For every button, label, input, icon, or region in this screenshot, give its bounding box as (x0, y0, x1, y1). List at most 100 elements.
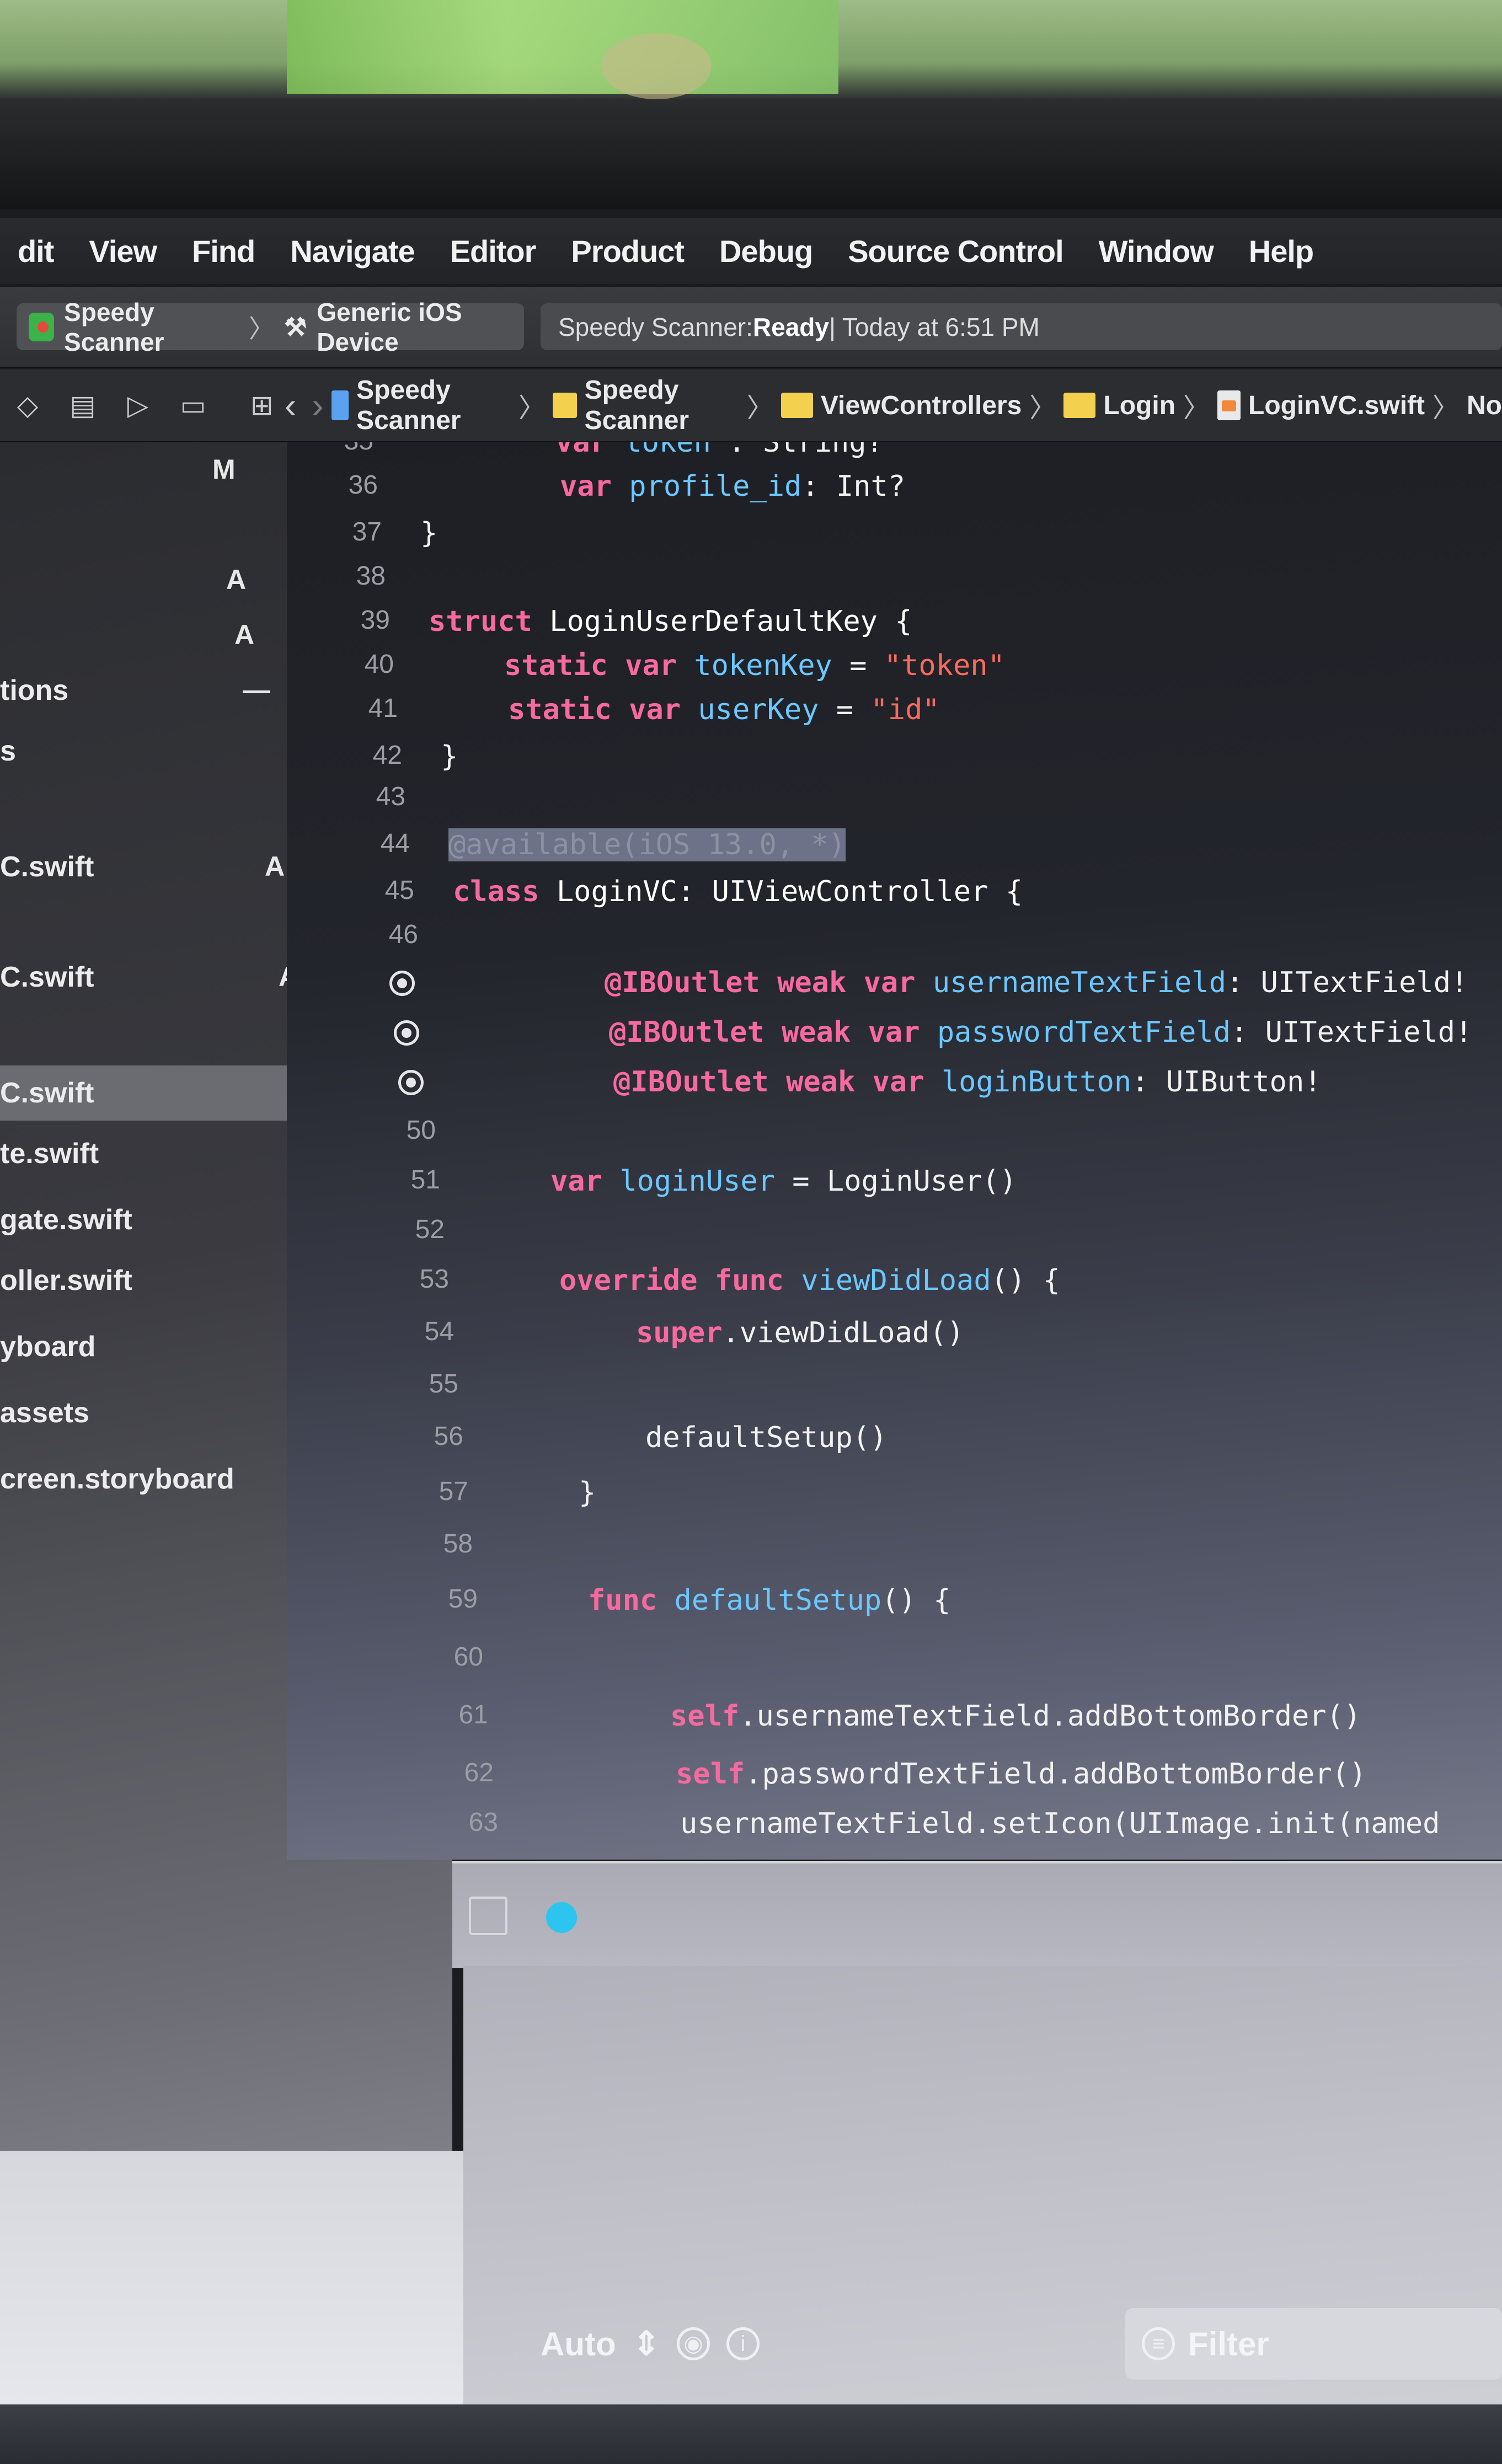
code-line: var profile_id: Int? (560, 470, 905, 514)
menu-bar: dit View Find Navigate Editor Product Debug Sou… (0, 218, 1502, 284)
menu-item[interactable]: Editor (432, 233, 554, 269)
keyword-token: class (453, 875, 557, 908)
scm-status-badge: A (226, 564, 247, 595)
code-line: } (441, 740, 458, 784)
outlet-connection-icon[interactable] (394, 1020, 419, 1046)
jump-bar: ◇ ▤ ▷ ▭ ⊞ ‹ › Speedy Scanner 〉 Speedy Sc… (0, 369, 1502, 442)
code-token: profile_id (629, 470, 802, 503)
folder-icon (781, 393, 813, 418)
menu-item[interactable]: Product (553, 233, 702, 269)
related-items-icon[interactable]: ⊞ (247, 389, 277, 422)
line-number: 52 (415, 1215, 445, 1244)
string-token: "id" (870, 693, 940, 726)
app-icon (29, 312, 55, 341)
menu-item[interactable]: Debug (702, 233, 830, 269)
keyword-token: self (670, 1700, 740, 1733)
code-token: LoginVC: UIViewController { (556, 875, 1023, 908)
eye-icon[interactable]: ◉ (676, 2327, 710, 2360)
menu-item[interactable]: View (71, 233, 174, 269)
chevron-right-icon: 〉 (746, 394, 773, 423)
destination-name: Generic iOS Device (317, 297, 462, 356)
scm-status-badge: A (234, 619, 255, 650)
status-state: Ready (752, 312, 829, 341)
breadcrumb-label: ViewControllers (820, 390, 1022, 420)
hide-debug-area-button[interactable] (469, 1897, 507, 1935)
line-number: 63 (468, 1808, 498, 1837)
navigator-tabs: ◇ ▤ ▷ ▭ (0, 389, 247, 422)
file-name: C.swift (0, 1077, 94, 1109)
back-button[interactable]: ‹ (277, 385, 304, 426)
breadcrumb-file[interactable]: LoginVC.swift (1217, 390, 1425, 421)
breadcrumb-selection[interactable]: No (1467, 390, 1502, 421)
keyword-token: var (550, 1165, 620, 1198)
menu-item[interactable]: dit (0, 233, 71, 269)
file-name: assets (0, 1397, 89, 1429)
file-name: C.swift (0, 961, 94, 993)
line-number: 56 (434, 1422, 463, 1451)
status-time: | Today at 6:51 PM (828, 312, 1040, 341)
code-line: } (420, 517, 437, 561)
line-number: 62 (464, 1758, 494, 1787)
keyword-token: super (636, 1316, 723, 1349)
report-navigator-icon[interactable]: ▤ (66, 389, 99, 422)
code-line: override func viewDidLoad() { (559, 1264, 1060, 1308)
keyword-token: @IBOutlet weak var (609, 1016, 937, 1049)
breadcrumb-viewcontrollers[interactable]: ViewControllers (781, 390, 1022, 421)
breadcrumb-label: Speedy Scanner (356, 376, 461, 435)
code-token: userKey (698, 693, 819, 726)
code-token: : UITextField! (1231, 1016, 1473, 1049)
line-number: 39 (360, 606, 390, 635)
swift-file-icon (1217, 390, 1241, 420)
breakpoint-navigator-icon[interactable]: ◇ (11, 389, 44, 422)
breadcrumb: Speedy Scanner 〉 Speedy Scanner 〉 ViewCo… (331, 375, 1502, 436)
background-object (601, 33, 712, 99)
code-token: : UITextField! (1226, 966, 1468, 999)
outlet-connection-icon[interactable] (389, 971, 415, 996)
line-number: 44 (380, 829, 410, 858)
scm-status-badge: A (265, 851, 285, 882)
code-token: : Int? (801, 470, 906, 503)
menu-item[interactable]: Source Control (830, 233, 1081, 269)
menu-item[interactable]: Find (174, 233, 272, 269)
line-number: 36 (348, 470, 378, 500)
code-line: } (579, 1476, 596, 1520)
breadcrumb-group[interactable]: Speedy Scanner (553, 375, 739, 436)
outlet-connection-icon[interactable] (398, 1070, 424, 1095)
toolbar: Speedy Scanner 〉 ⚒ Generic iOS Device Sp… (0, 287, 1502, 368)
hammer-icon: ⚒ (284, 312, 307, 341)
breadcrumb-login[interactable]: Login (1063, 390, 1175, 421)
code-token: : UIButton! (1131, 1065, 1322, 1099)
line-number: 41 (368, 694, 398, 723)
code-line: @IBOutlet weak var loginButton: UIButton… (613, 1065, 1322, 1110)
scm-status-badge: — (243, 674, 270, 705)
selected-text: @available(iOS 13.0, *) (448, 828, 846, 861)
wall-light (287, 0, 838, 94)
comment-icon[interactable]: ▭ (177, 389, 210, 422)
debug-console: Auto ⇕ ◉ i ≡ Filter (463, 1966, 1502, 2418)
tag-icon[interactable]: ▷ (121, 389, 154, 422)
line-number: 42 (372, 741, 402, 770)
line-number: 60 (453, 1642, 483, 1672)
file-name: tions (0, 674, 69, 706)
code-token: } (420, 517, 438, 550)
line-number: 45 (384, 876, 414, 905)
line-number: 50 (406, 1116, 436, 1145)
keyword-token: @IBOutlet weak var (613, 1065, 942, 1099)
menu-item[interactable]: Window (1081, 233, 1231, 269)
menu-item[interactable]: Help (1231, 233, 1331, 269)
forward-button[interactable]: › (304, 385, 331, 426)
line-number: 54 (424, 1317, 454, 1346)
info-icon[interactable]: i (726, 2327, 760, 2360)
source-editor[interactable]: 35 var token : String? 36 var profile_id: I… (287, 442, 1502, 1860)
code-line: self.passwordTextField.addBottomBorder() (676, 1758, 1366, 1802)
code-line: self.usernameTextField.addBottomBorder() (670, 1700, 1361, 1744)
scheme-selector[interactable]: Speedy Scanner 〉 ⚒ Generic iOS Device (17, 298, 524, 356)
stepper-icon[interactable]: ⇕ (633, 2324, 660, 2363)
code-line: var token : String? (555, 442, 884, 470)
menu-item[interactable]: Navigate (272, 233, 432, 269)
variables-scope-select[interactable]: Auto (541, 2325, 616, 2363)
console-filter[interactable]: ≡ Filter (1125, 2308, 1502, 2380)
breadcrumb-project[interactable]: Speedy Scanner (331, 375, 511, 436)
file-name: oller.swift (0, 1265, 132, 1297)
code-token: passwordTextField (937, 1016, 1231, 1049)
